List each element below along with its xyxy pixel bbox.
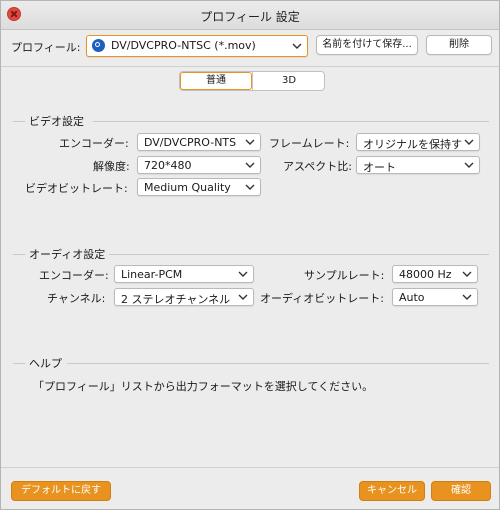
- channel-label: チャンネル:: [47, 292, 106, 305]
- audio-encoder-label: エンコーダー:: [39, 269, 109, 282]
- aspect-ratio-label: アスペクト比:: [283, 160, 352, 173]
- resolution-label: 解像度:: [93, 160, 130, 173]
- chevron-down-icon: [245, 183, 255, 191]
- video-encoder-value: DV/DVCPRO-NTS: [144, 136, 237, 149]
- divider: [67, 363, 489, 364]
- profile-bar: プロフィール: DV/DVCPRO-NTSC (*.mov) 名前を付けて保存.…: [1, 30, 499, 67]
- channel-value: 2 ステレオチャンネル: [121, 293, 231, 306]
- video-bitrate-select[interactable]: Medium Quality: [137, 178, 261, 196]
- resolution-value: 720*480: [144, 159, 192, 172]
- divider: [109, 254, 489, 255]
- framerate-select[interactable]: オリジナルを保持す: [356, 133, 480, 151]
- cancel-button[interactable]: キャンセル: [359, 481, 425, 501]
- window-title: プロフィール 設定: [200, 10, 300, 24]
- video-bitrate-label: ビデオビットレート:: [25, 182, 128, 195]
- aspect-ratio-value: オート: [363, 161, 396, 174]
- help-title: ヘルプ: [29, 357, 62, 370]
- audio-encoder-select[interactable]: Linear-PCM: [114, 265, 254, 283]
- sample-rate-value: 48000 Hz: [399, 268, 452, 281]
- framerate-label: フレームレート:: [269, 137, 350, 150]
- sample-rate-select[interactable]: 48000 Hz: [392, 265, 478, 283]
- footer: デフォルトに戻す キャンセル 確認: [1, 467, 499, 509]
- profile-label: プロフィール:: [11, 41, 81, 54]
- help-text: 「プロフィール」リストから出力フォーマットを選択してください。: [33, 380, 374, 393]
- mode-tabs: 普通 3D: [179, 71, 325, 91]
- audio-bitrate-value: Auto: [399, 291, 425, 304]
- divider: [13, 363, 25, 364]
- framerate-value: オリジナルを保持す: [363, 138, 462, 151]
- delete-button[interactable]: 削除: [426, 35, 492, 55]
- divider: [13, 254, 25, 255]
- chevron-down-icon: [462, 293, 472, 301]
- sample-rate-label: サンプルレート:: [304, 269, 385, 282]
- profile-select[interactable]: DV/DVCPRO-NTSC (*.mov): [86, 35, 308, 57]
- chevron-down-icon: [245, 161, 255, 169]
- video-bitrate-value: Medium Quality: [144, 181, 231, 194]
- restore-defaults-button[interactable]: デフォルトに戻す: [11, 481, 111, 501]
- chevron-down-icon: [238, 293, 248, 301]
- chevron-down-icon: [464, 161, 474, 169]
- divider: [93, 121, 489, 122]
- divider: [13, 121, 25, 122]
- chevron-down-icon: [462, 270, 472, 278]
- chevron-down-icon: [464, 138, 474, 146]
- tab-3d[interactable]: 3D: [252, 72, 324, 90]
- video-encoder-label: エンコーダー:: [59, 137, 129, 150]
- resolution-select[interactable]: 720*480: [137, 156, 261, 174]
- chevron-down-icon: [292, 42, 302, 50]
- video-encoder-select[interactable]: DV/DVCPRO-NTS: [137, 133, 261, 151]
- video-settings-title: ビデオ設定: [29, 115, 84, 128]
- profile-settings-window: プロフィール 設定 プロフィール: DV/DVCPRO-NTSC (*.mov)…: [0, 0, 500, 510]
- ok-button[interactable]: 確認: [431, 481, 491, 501]
- save-as-button[interactable]: 名前を付けて保存...: [316, 35, 418, 55]
- audio-encoder-value: Linear-PCM: [121, 268, 183, 281]
- chevron-down-icon: [245, 138, 255, 146]
- audio-bitrate-label: オーディオビットレート:: [260, 292, 384, 305]
- aspect-ratio-select[interactable]: オート: [356, 156, 480, 174]
- chevron-down-icon: [238, 270, 248, 278]
- settings-content: 普通 3D ビデオ設定 エンコーダー: DV/DVCPRO-NTS フレームレー…: [1, 67, 499, 467]
- audio-bitrate-select[interactable]: Auto: [392, 288, 478, 306]
- title-bar: プロフィール 設定: [1, 1, 499, 30]
- channel-select[interactable]: 2 ステレオチャンネル: [114, 288, 254, 306]
- audio-settings-title: オーディオ設定: [29, 248, 106, 261]
- tab-normal[interactable]: 普通: [180, 72, 252, 90]
- quicktime-icon: [92, 39, 105, 52]
- profile-select-value: DV/DVCPRO-NTSC (*.mov): [111, 39, 256, 52]
